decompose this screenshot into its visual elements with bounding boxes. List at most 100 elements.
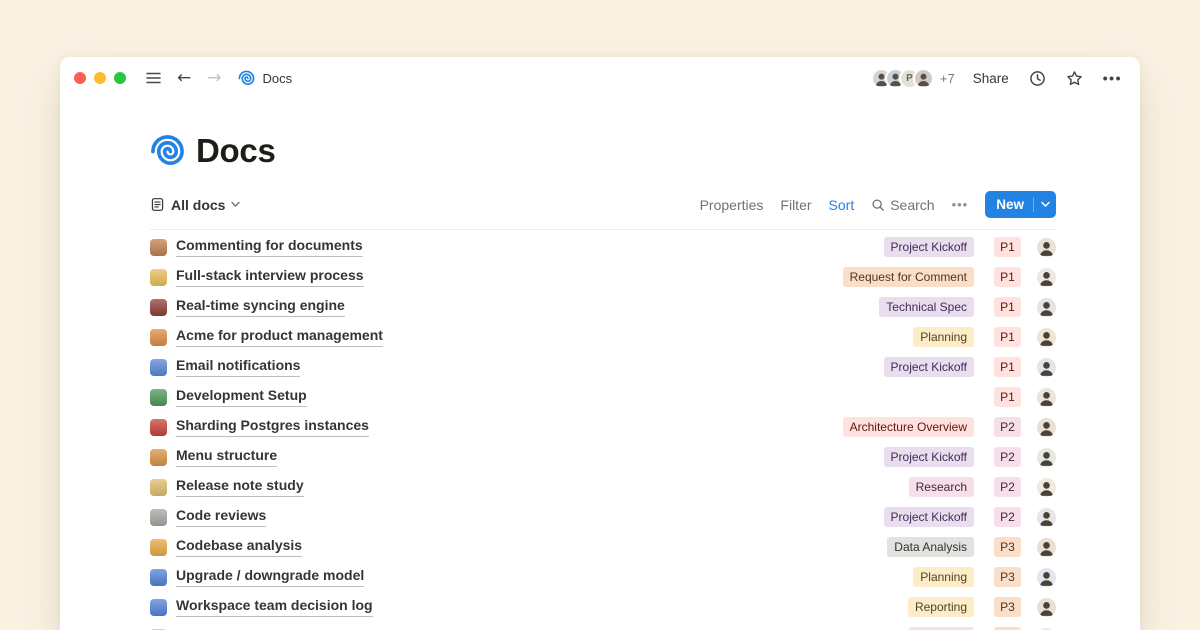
doc-title[interactable]: Release note study bbox=[176, 477, 304, 497]
priority-pill: P3 bbox=[994, 597, 1021, 617]
view-switcher[interactable]: All docs bbox=[150, 197, 240, 213]
back-button[interactable]: ← bbox=[177, 70, 191, 87]
doc-title[interactable]: Code reviews bbox=[176, 507, 266, 527]
chevron-down-icon bbox=[231, 201, 240, 208]
share-button[interactable]: Share bbox=[973, 71, 1009, 86]
titlebar-actions: P +7 Share ••• bbox=[871, 68, 1122, 89]
tag-pill: Planning bbox=[913, 327, 974, 347]
tag-pill: Project Kickoff bbox=[884, 447, 974, 467]
doc-page-icon bbox=[150, 197, 165, 212]
machine-emoji-icon bbox=[150, 329, 167, 346]
doc-row[interactable]: Performance feedback Research P3 bbox=[150, 622, 1056, 630]
page-title: Docs bbox=[196, 132, 276, 170]
sort-button[interactable]: Sort bbox=[829, 197, 855, 213]
assignee-avatar bbox=[1037, 508, 1056, 527]
priority-pill: P1 bbox=[994, 267, 1021, 287]
priority-pill: P2 bbox=[994, 477, 1021, 497]
assignee-avatar bbox=[1037, 358, 1056, 377]
doc-title[interactable]: Full-stack interview process bbox=[176, 267, 364, 287]
collaborator-avatar[interactable] bbox=[913, 68, 934, 89]
slot-machine-emoji-icon bbox=[150, 419, 167, 436]
priority-pill: P3 bbox=[994, 537, 1021, 557]
locomotive-emoji-icon bbox=[150, 299, 167, 316]
view-label: All docs bbox=[171, 197, 225, 213]
assignee-avatar bbox=[1037, 598, 1056, 617]
doc-row[interactable]: Menu structure Project Kickoff P2 bbox=[150, 442, 1056, 472]
train-car-emoji-icon bbox=[150, 389, 167, 406]
doc-title[interactable]: Sharding Postgres instances bbox=[176, 417, 369, 437]
properties-button[interactable]: Properties bbox=[700, 197, 764, 213]
doc-row[interactable]: Code reviews Project Kickoff P2 bbox=[150, 502, 1056, 532]
favorite-star-icon[interactable] bbox=[1066, 70, 1083, 87]
doc-row[interactable]: Commenting for documents Project Kickoff… bbox=[150, 232, 1056, 262]
doc-row[interactable]: Codebase analysis Data Analysis P3 bbox=[150, 532, 1056, 562]
doc-row[interactable]: Sharding Postgres instances Architecture… bbox=[150, 412, 1056, 442]
tag-pill: Technical Spec bbox=[879, 297, 974, 317]
worker-emoji-icon bbox=[150, 539, 167, 556]
page-spiral-logo-icon bbox=[150, 134, 185, 169]
priority-pill: P1 bbox=[994, 297, 1021, 317]
tag-pill: Request for Comment bbox=[843, 267, 974, 287]
doc-title[interactable]: Development Setup bbox=[176, 387, 307, 407]
page-content: Docs All docs Properties Filter Sort bbox=[60, 132, 1140, 630]
doc-row[interactable]: Real-time syncing engine Technical Spec … bbox=[150, 292, 1056, 322]
assignee-avatar bbox=[1037, 448, 1056, 467]
doc-row[interactable]: Email notifications Project Kickoff P1 bbox=[150, 352, 1056, 382]
docs-spiral-logo-icon bbox=[238, 70, 255, 87]
history-clock-icon[interactable] bbox=[1029, 70, 1046, 87]
more-options-icon[interactable]: ••• bbox=[1103, 70, 1122, 86]
doc-row[interactable]: Full-stack interview process Request for… bbox=[150, 262, 1056, 292]
doc-row[interactable]: Workspace team decision log Reporting P3 bbox=[150, 592, 1056, 622]
filter-button[interactable]: Filter bbox=[780, 197, 811, 213]
doc-title[interactable]: Menu structure bbox=[176, 447, 277, 467]
doc-title[interactable]: Workspace team decision log bbox=[176, 597, 373, 617]
new-dropdown-chevron-icon[interactable] bbox=[1034, 201, 1056, 208]
sidebar-menu-icon[interactable] bbox=[146, 72, 161, 84]
doc-row[interactable]: Release note study Research P2 bbox=[150, 472, 1056, 502]
new-button-label: New bbox=[985, 197, 1033, 212]
doc-row[interactable]: Upgrade / downgrade model Planning P3 bbox=[150, 562, 1056, 592]
search-button[interactable]: Search bbox=[871, 197, 934, 213]
doc-title[interactable]: Codebase analysis bbox=[176, 537, 302, 557]
collaborator-initial: P bbox=[906, 73, 913, 84]
priority-pill: P2 bbox=[994, 447, 1021, 467]
search-label: Search bbox=[890, 197, 934, 213]
collaborator-avatars[interactable]: P bbox=[871, 68, 934, 89]
doc-title[interactable]: Commenting for documents bbox=[176, 237, 363, 257]
chopsticks-emoji-icon bbox=[150, 449, 167, 466]
doc-title[interactable]: Real-time syncing engine bbox=[176, 297, 345, 317]
person-emoji-icon bbox=[150, 239, 167, 256]
mailbox-emoji-icon bbox=[150, 359, 167, 376]
doc-title[interactable]: Email notifications bbox=[176, 357, 300, 377]
assignee-avatar bbox=[1037, 418, 1056, 437]
doc-title[interactable]: Acme for product management bbox=[176, 327, 383, 347]
handshake-emoji-icon bbox=[150, 269, 167, 286]
arrows-emoji-icon bbox=[150, 569, 167, 586]
avatar-overflow-count: +7 bbox=[940, 71, 955, 86]
titlebar: ← → Docs P +7 Share bbox=[60, 57, 1140, 99]
view-toolbar: All docs Properties Filter Sort Search bbox=[150, 191, 1056, 230]
assignee-avatar bbox=[1037, 568, 1056, 587]
tag-pill: Project Kickoff bbox=[884, 357, 974, 377]
minimize-window-button[interactable] bbox=[94, 72, 106, 84]
priority-pill: P2 bbox=[994, 507, 1021, 527]
doc-row[interactable]: Acme for product management Planning P1 bbox=[150, 322, 1056, 352]
priority-pill: P1 bbox=[994, 387, 1021, 407]
book-emoji-icon bbox=[150, 599, 167, 616]
new-button[interactable]: New bbox=[985, 191, 1056, 218]
tag-pill: Reporting bbox=[908, 597, 974, 617]
priority-pill: P1 bbox=[994, 327, 1021, 347]
lines-emoji-icon bbox=[150, 509, 167, 526]
doc-row[interactable]: Development Setup P1 bbox=[150, 382, 1056, 412]
app-window: ← → Docs P +7 Share bbox=[60, 57, 1140, 630]
assignee-avatar bbox=[1037, 328, 1056, 347]
priority-pill: P2 bbox=[994, 417, 1021, 437]
forward-button[interactable]: → bbox=[207, 70, 221, 87]
doc-title[interactable]: Upgrade / downgrade model bbox=[176, 567, 364, 587]
priority-pill: P3 bbox=[994, 567, 1021, 587]
toolbar-more-icon[interactable]: ••• bbox=[952, 197, 969, 212]
page-heading: Docs bbox=[150, 132, 1056, 170]
assignee-avatar bbox=[1037, 298, 1056, 317]
zoom-window-button[interactable] bbox=[114, 72, 126, 84]
close-window-button[interactable] bbox=[74, 72, 86, 84]
